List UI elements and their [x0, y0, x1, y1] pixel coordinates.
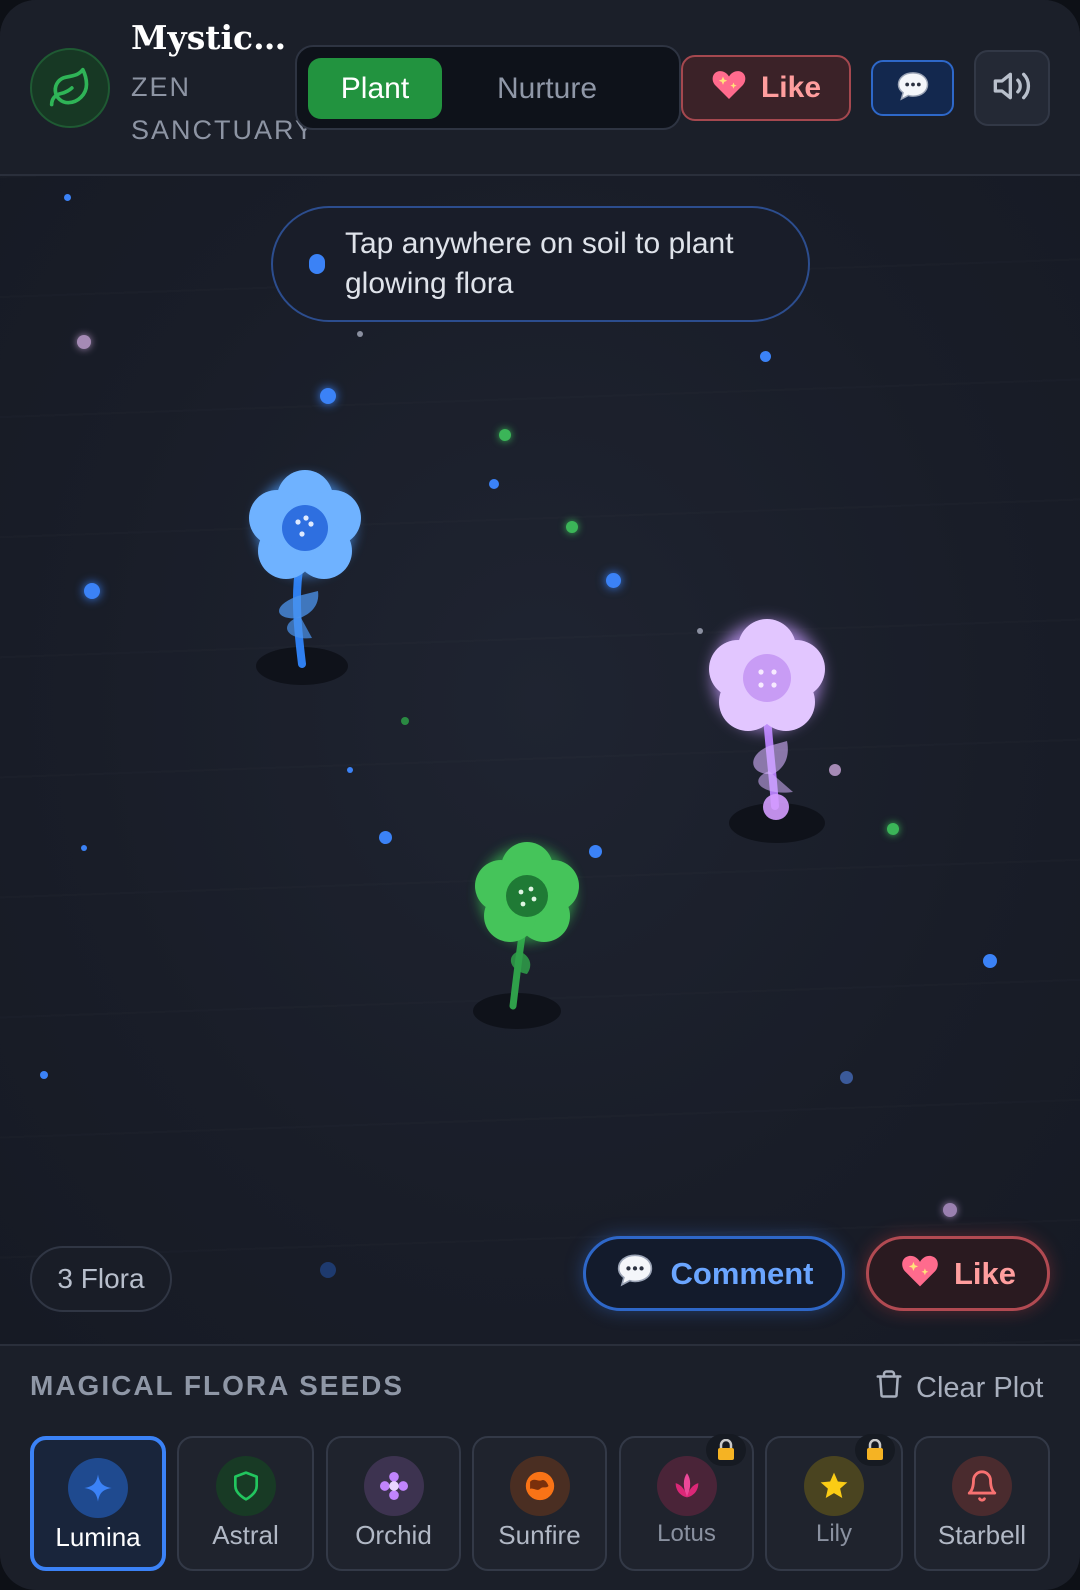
- seed-label: Sunfire: [498, 1520, 581, 1550]
- violet-flower[interactable]: [695, 596, 845, 856]
- lock-icon: [706, 1434, 746, 1466]
- globe-icon: [509, 1456, 570, 1516]
- seed-label: Lumina: [55, 1522, 141, 1552]
- speaker-icon: [992, 66, 1032, 111]
- seed-label: Lily: [815, 1520, 852, 1547]
- seed-label: Astral: [212, 1520, 279, 1550]
- flower-icon: [363, 1456, 424, 1516]
- seed-lotus[interactable]: Lotus: [619, 1434, 754, 1571]
- seed-row: Lumina Astral Orchid Sunfire Lotus Lily …: [30, 1434, 1050, 1571]
- comment-button[interactable]: Comment: [583, 1236, 845, 1311]
- comment-label: Comment: [670, 1255, 814, 1291]
- mode-nurture-button[interactable]: Nurture: [467, 58, 627, 119]
- like-button[interactable]: Like: [866, 1236, 1050, 1311]
- seed-label: Orchid: [355, 1520, 432, 1550]
- header: Mystica… ZEN SANCTUARY Plant Nurture Lik…: [0, 0, 1080, 176]
- bell-icon: [952, 1456, 1012, 1516]
- seed-label: Starbell: [937, 1520, 1027, 1550]
- mode-plant-button[interactable]: Plant: [308, 58, 442, 119]
- seed-label: Lotus: [657, 1520, 716, 1547]
- lotus-icon: [656, 1456, 717, 1516]
- clear-plot-button[interactable]: Clear Plot: [874, 1368, 1043, 1408]
- seed-lily[interactable]: Lily: [765, 1434, 903, 1571]
- app-window: Mystica… ZEN SANCTUARY Plant Nurture Lik…: [0, 0, 1080, 1590]
- garden-soil[interactable]: Tap anywhere on soil to plant glowing fl…: [0, 176, 1080, 1344]
- app-title: Mystica…: [131, 18, 296, 57]
- trash-icon: [874, 1368, 904, 1408]
- flower-layer: [0, 176, 1080, 1344]
- green-flower[interactable]: [455, 826, 595, 1046]
- seed-starbell[interactable]: Starbell: [914, 1436, 1050, 1571]
- header-like-label: Like: [760, 71, 822, 104]
- sparkling-heart-icon: [900, 1252, 940, 1296]
- leaf-icon: [30, 48, 110, 128]
- chat-button[interactable]: [871, 60, 954, 116]
- lock-icon: [855, 1434, 895, 1466]
- like-label: Like: [953, 1255, 1017, 1291]
- seeds-title: MAGICAL FLORA SEEDS: [30, 1370, 405, 1401]
- sparkle-icon: [68, 1458, 128, 1518]
- seed-astral[interactable]: Astral: [177, 1436, 314, 1571]
- seed-orchid[interactable]: Orchid: [326, 1436, 461, 1571]
- speech-bubble-icon: [895, 70, 931, 107]
- seed-sunfire[interactable]: Sunfire: [472, 1436, 607, 1571]
- flora-count-badge: 3 Flora: [30, 1246, 172, 1312]
- star-icon: [804, 1456, 864, 1516]
- blue-flower[interactable]: [230, 446, 380, 696]
- header-like-button[interactable]: Like: [681, 55, 851, 121]
- mode-toggle: Plant Nurture: [295, 45, 681, 130]
- clear-plot-label: Clear Plot: [916, 1371, 1044, 1404]
- seeds-panel: MAGICAL FLORA SEEDS Clear Plot Lumina As…: [0, 1344, 1080, 1590]
- sound-button[interactable]: [974, 50, 1050, 126]
- shield-icon: [215, 1456, 276, 1516]
- speech-bubble-icon: [615, 1252, 655, 1296]
- seed-lumina[interactable]: Lumina: [30, 1436, 166, 1571]
- sparkling-heart-icon: [711, 67, 747, 109]
